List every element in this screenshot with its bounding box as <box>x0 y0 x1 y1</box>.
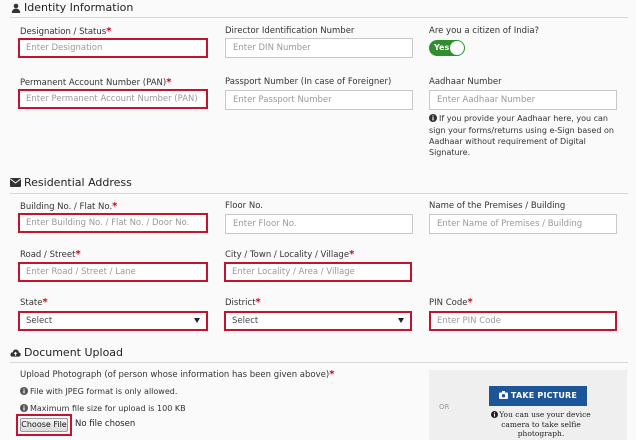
format-note-text: File with JPEG format is only allowed. <box>30 387 178 396</box>
choose-file-button[interactable]: Choose File <box>20 418 68 432</box>
info-circle-icon <box>20 387 28 397</box>
passport-input[interactable]: Enter Passport Number <box>225 90 413 110</box>
state-label: State* <box>20 297 48 308</box>
cloud-upload-icon <box>10 347 21 358</box>
building-label: Building No. / Flat No.* <box>20 201 117 212</box>
pin-input[interactable]: Enter PIN Code <box>429 311 617 331</box>
required-asterisk: * <box>75 249 81 260</box>
caret-down-icon <box>398 318 404 323</box>
required-asterisk: * <box>166 77 172 88</box>
district-select[interactable]: Select <box>224 311 412 331</box>
district-label: District* <box>225 297 261 308</box>
residential-section-heading: Residential Address <box>10 176 132 189</box>
caret-down-icon <box>194 318 200 323</box>
no-file-text: No file chosen <box>75 419 136 429</box>
aadhaar-label: Aadhaar Number <box>429 77 502 87</box>
required-asterisk: * <box>329 369 335 380</box>
designation-input[interactable]: Enter Designation <box>18 38 208 58</box>
din-label: Director Identification Number <box>225 26 355 36</box>
floor-input[interactable]: Enter Floor No. <box>225 214 413 234</box>
photo-label: Upload Photograph (of person whose infor… <box>20 369 334 380</box>
required-asterisk: * <box>42 297 48 308</box>
floor-label: Floor No. <box>225 201 263 211</box>
designation-label: Designation / Status* <box>20 26 111 37</box>
pan-label: Permanent Account Number (PAN)* <box>20 77 171 88</box>
upload-section-heading: Document Upload <box>10 346 123 359</box>
envelope-icon <box>10 177 21 188</box>
pin-label: PIN Code* <box>429 297 473 308</box>
district-label-text: District <box>225 298 256 308</box>
residential-heading-text: Residential Address <box>24 176 132 189</box>
info-circle-icon <box>491 411 499 420</box>
required-asterisk: * <box>112 201 118 212</box>
take-picture-label: TAKE PICTURE <box>510 391 578 400</box>
size-note-text: Maximum file size for upload is 100 KB <box>30 404 186 413</box>
state-select-value: Select <box>26 316 53 326</box>
state-select[interactable]: Select <box>18 311 208 331</box>
road-label-text: Road / Street <box>20 250 76 260</box>
district-select-value: Select <box>232 316 259 326</box>
camera-panel: OR TAKE PICTURE You can use your device … <box>429 370 627 440</box>
pan-input[interactable]: Enter Permanent Account Number (PAN) <box>18 89 208 109</box>
road-input[interactable]: Enter Road / Street / Lane <box>18 262 208 282</box>
passport-label: Passport Number (In case of Foreigner) <box>225 77 392 87</box>
road-label: Road / Street* <box>20 249 81 260</box>
required-asterisk: * <box>349 249 355 260</box>
identity-section-heading: Identity Information <box>10 1 133 14</box>
identity-heading-text: Identity Information <box>24 1 134 14</box>
aadhaar-input[interactable]: Enter Aadhaar Number <box>429 90 617 110</box>
aadhaar-note-text: If you provide your Aadhaar here, you ca… <box>429 114 614 157</box>
aadhaar-note: If you provide your Aadhaar here, you ca… <box>429 113 625 158</box>
camera-note-text: You can use your device camera to take s… <box>499 410 591 438</box>
pan-label-text: Permanent Account Number (PAN) <box>20 78 167 88</box>
citizen-toggle-label: Yes <box>434 43 450 52</box>
toggle-knob <box>450 41 464 55</box>
premises-input[interactable]: Enter Name of Premises / Building <box>429 214 617 234</box>
format-note: File with JPEG format is only allowed. <box>20 387 177 397</box>
camera-note: You can use your device camera to take s… <box>481 410 601 438</box>
take-picture-button[interactable]: TAKE PICTURE <box>489 386 587 406</box>
premises-label: Name of the Premises / Building <box>429 201 566 211</box>
citizen-label: Are you a citizen of India? <box>429 26 540 36</box>
city-label: City / Town / Locality / Village* <box>225 249 354 260</box>
size-note: Maximum file size for upload is 100 KB <box>20 404 186 414</box>
designation-label-text: Designation / Status <box>20 27 107 37</box>
required-asterisk: * <box>255 297 261 308</box>
required-asterisk: * <box>467 297 473 308</box>
state-label-text: State <box>20 298 43 308</box>
city-input[interactable]: Enter Locality / Area / Village <box>224 262 412 282</box>
info-circle-icon <box>20 404 28 414</box>
upload-heading-text: Document Upload <box>24 346 124 359</box>
required-asterisk: * <box>106 26 112 37</box>
building-input[interactable]: Enter Building No. / Flat No. / Door No. <box>18 213 208 233</box>
upload-divider <box>10 362 628 363</box>
camera-icon <box>498 387 508 407</box>
din-input[interactable]: Enter DIN Number <box>225 38 413 58</box>
user-icon <box>10 2 21 13</box>
identity-divider <box>10 17 628 18</box>
residential-divider <box>10 193 628 194</box>
citizen-toggle[interactable]: Yes <box>429 40 465 56</box>
photo-label-text: Upload Photograph (of person whose infor… <box>20 370 330 380</box>
city-label-text: City / Town / Locality / Village <box>225 250 350 260</box>
pin-label-text: PIN Code <box>429 298 468 308</box>
choose-file-wrapper: Choose File <box>16 414 72 436</box>
or-text: OR <box>439 403 450 411</box>
info-circle-icon <box>429 114 437 125</box>
building-label-text: Building No. / Flat No. <box>20 202 113 212</box>
